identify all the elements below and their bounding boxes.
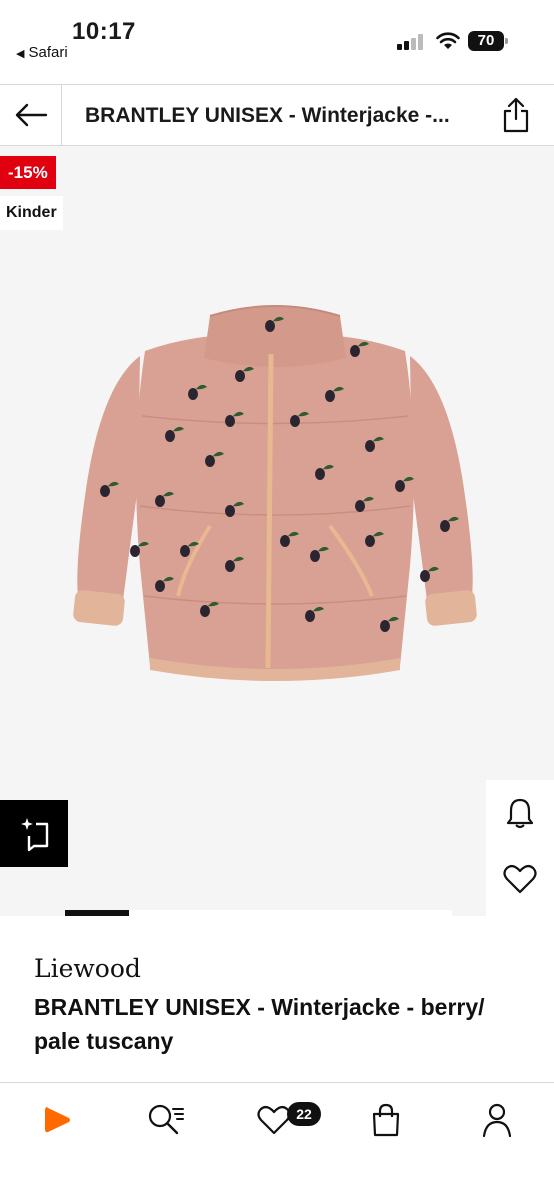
bag-icon — [372, 1103, 400, 1137]
discount-badge: -15% — [0, 156, 56, 189]
floating-actions — [486, 780, 554, 916]
price-alert-button[interactable] — [486, 780, 554, 846]
page-title: BRANTLEY UNISEX - Winterjacke -... — [85, 104, 450, 127]
status-time: 10:17 — [72, 18, 136, 45]
search-icon — [148, 1104, 184, 1135]
gallery-pager — [0, 910, 554, 916]
back-app-label: Safari — [28, 44, 68, 61]
tab-bag[interactable] — [356, 1097, 416, 1143]
category-badge: Kinder — [0, 196, 63, 230]
arrow-left-icon — [15, 103, 47, 127]
wishlist-add-button[interactable] — [486, 846, 554, 912]
battery-level: 70 — [468, 31, 504, 51]
ai-assistant-button[interactable] — [0, 800, 68, 867]
bottom-tab-bar: 22 — [0, 1082, 554, 1200]
status-bar: 10:17 ◀ Safari 70 — [0, 0, 554, 84]
ai-sparkle-chat-icon — [21, 817, 49, 851]
bell-icon — [506, 798, 534, 829]
product-image-jacket — [73, 305, 477, 681]
product-header: BRANTLEY UNISEX - Winterjacke -... — [0, 84, 554, 146]
wishlist-icon — [257, 1105, 291, 1135]
brand-name[interactable]: Liewood — [34, 954, 141, 983]
share-button[interactable] — [496, 95, 536, 135]
tab-search[interactable] — [136, 1097, 196, 1143]
back-button[interactable] — [0, 85, 62, 145]
heart-icon — [503, 864, 537, 894]
share-icon — [503, 97, 529, 133]
back-to-safari-link[interactable]: ◀ Safari — [16, 44, 68, 61]
tab-home[interactable] — [26, 1097, 86, 1143]
home-icon — [45, 1107, 70, 1133]
product-name: BRANTLEY UNISEX - Winterjacke - berry/ p… — [34, 994, 485, 1054]
profile-icon — [482, 1103, 512, 1138]
product-image-gallery[interactable]: -15% Kinder — [0, 146, 554, 916]
wishlist-count-badge: 22 — [287, 1102, 321, 1126]
tab-profile[interactable] — [467, 1097, 527, 1143]
wifi-icon — [436, 32, 460, 50]
cellular-signal-icon — [397, 34, 425, 50]
pager-active-indicator — [65, 910, 129, 916]
battery-icon: 70 — [468, 31, 508, 51]
